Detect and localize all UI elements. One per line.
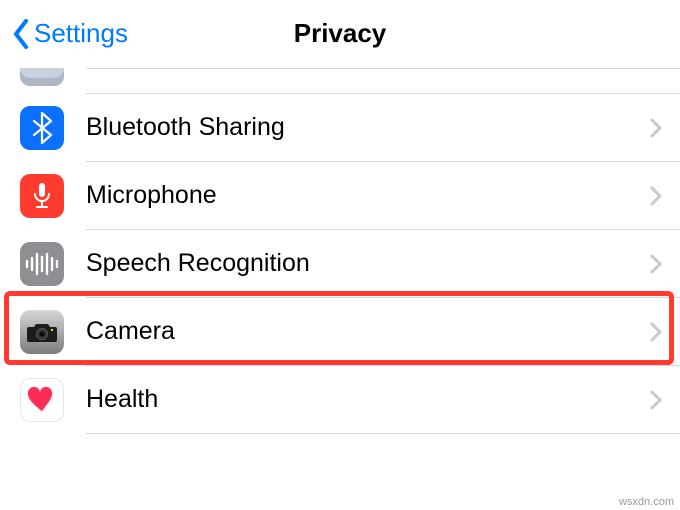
watermark: wsxdn.com bbox=[619, 496, 674, 508]
list-item-microphone[interactable]: Microphone bbox=[20, 162, 680, 230]
row-label: Camera bbox=[86, 317, 650, 346]
back-button[interactable]: Settings bbox=[0, 18, 128, 49]
chevron-right-icon bbox=[650, 118, 662, 138]
partial-icon bbox=[20, 68, 64, 86]
back-label: Settings bbox=[34, 18, 128, 49]
chevron-right-icon bbox=[650, 322, 662, 342]
page-title: Privacy bbox=[294, 18, 387, 49]
settings-list: Bluetooth Sharing Microphone bbox=[0, 68, 680, 474]
chevron-right-icon bbox=[650, 390, 662, 410]
list-item-speech-recognition[interactable]: Speech Recognition bbox=[20, 230, 680, 298]
list-item-partial[interactable] bbox=[20, 68, 680, 94]
microphone-icon bbox=[20, 174, 64, 218]
list-item-partial-bottom[interactable] bbox=[20, 434, 680, 474]
chevron-left-icon bbox=[12, 19, 30, 49]
heart-icon bbox=[20, 378, 64, 422]
list-item-health[interactable]: Health bbox=[20, 366, 680, 434]
bluetooth-icon bbox=[20, 106, 64, 150]
nav-bar: Settings Privacy bbox=[0, 0, 680, 68]
waveform-icon bbox=[20, 242, 64, 286]
list-item-bluetooth-sharing[interactable]: Bluetooth Sharing bbox=[20, 94, 680, 162]
row-label: Microphone bbox=[86, 181, 650, 210]
row-label: Health bbox=[86, 385, 650, 414]
camera-icon bbox=[20, 310, 64, 354]
chevron-right-icon bbox=[650, 186, 662, 206]
row-label: Bluetooth Sharing bbox=[86, 113, 650, 142]
list-item-camera[interactable]: Camera bbox=[20, 298, 680, 366]
chevron-right-icon bbox=[650, 254, 662, 274]
row-label: Speech Recognition bbox=[86, 249, 650, 278]
